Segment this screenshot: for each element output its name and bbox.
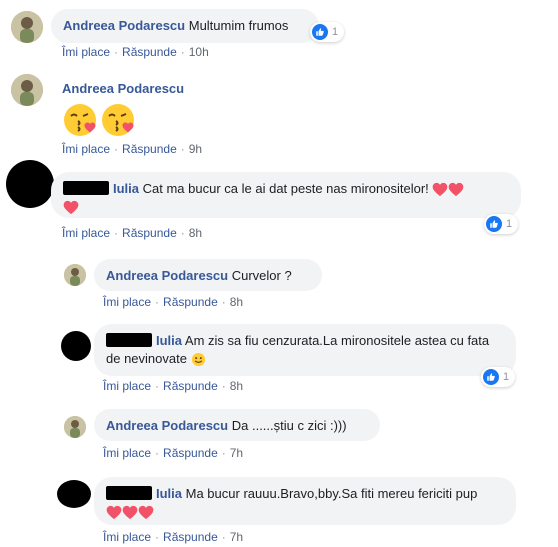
heart-emoji — [448, 182, 464, 197]
comment-actions: Îmi place · Răspunde · 9h — [62, 142, 203, 156]
comment-author[interactable]: Andreea Podarescu — [62, 81, 184, 96]
like-link[interactable]: Îmi place — [103, 446, 151, 460]
redacted-name-block — [63, 181, 109, 195]
like-reaction-icon — [312, 24, 328, 40]
comment-actions: Îmi place · Răspunde · 8h — [103, 379, 244, 393]
reply-link[interactable]: Răspunde — [122, 226, 177, 240]
comment-bubble: Andreea Podarescu Multumim frumos — [51, 9, 319, 43]
heart-emoji — [122, 505, 138, 520]
timestamp[interactable]: 9h — [189, 142, 202, 156]
avatar[interactable] — [64, 264, 86, 286]
comment-actions: Îmi place · Răspunde · 8h — [103, 295, 244, 309]
redacted-name-block — [106, 333, 152, 347]
redacted-name-block — [106, 486, 152, 500]
comment-actions: Îmi place · Răspunde · 7h — [103, 530, 244, 544]
reaction-count[interactable]: 1 — [310, 22, 345, 42]
comment-actions: Îmi place · Răspunde · 8h — [62, 226, 203, 240]
timestamp[interactable]: 7h — [230, 530, 243, 544]
like-link[interactable]: Îmi place — [103, 379, 151, 393]
like-link[interactable]: Îmi place — [62, 226, 110, 240]
comment-text: Cat ma bucur ca le ai dat peste nas miro… — [142, 181, 429, 196]
comment-text: Da ......știu c zici :))) — [231, 418, 347, 433]
timestamp[interactable]: 8h — [189, 226, 202, 240]
avatar[interactable] — [11, 74, 43, 106]
timestamp[interactable]: 10h — [189, 45, 209, 59]
avatar[interactable] — [57, 480, 91, 508]
reply-link[interactable]: Răspunde — [163, 446, 218, 460]
avatar[interactable] — [61, 331, 91, 361]
timestamp[interactable]: 8h — [230, 295, 243, 309]
timestamp[interactable]: 8h — [230, 379, 243, 393]
reply-bubble: Andreea Podarescu Curvelor ? — [94, 259, 322, 291]
reply-link[interactable]: Răspunde — [163, 530, 218, 544]
reply-bubble: Andreea Podarescu Da ......știu c zici :… — [94, 409, 380, 441]
avatar[interactable] — [11, 11, 43, 43]
like-link[interactable]: Îmi place — [62, 142, 110, 156]
comment-text: Multumim frumos — [188, 18, 289, 33]
comment-bubble: Iulia Cat ma bucur ca le ai dat peste na… — [51, 172, 521, 218]
comment-actions: Îmi place · Răspunde · 10h — [62, 45, 209, 59]
like-reaction-icon — [486, 216, 502, 232]
comment-author[interactable]: Iulia — [156, 486, 182, 501]
comment-author[interactable]: Iulia — [156, 333, 182, 348]
kissing-heart-emoji — [100, 102, 136, 141]
like-reaction-icon — [483, 369, 499, 385]
comment-text: Ma bucur rauuu.Bravo,bby.Sa fiti mereu f… — [185, 486, 478, 501]
avatar[interactable] — [6, 160, 54, 208]
smiley-emoji — [191, 353, 205, 367]
reply-bubble: Iulia Ma bucur rauuu.Bravo,bby.Sa fiti m… — [94, 477, 516, 525]
like-link[interactable]: Îmi place — [103, 530, 151, 544]
heart-emoji — [138, 505, 154, 520]
like-link[interactable]: Îmi place — [62, 45, 110, 59]
reaction-count[interactable]: 1 — [484, 214, 519, 234]
avatar[interactable] — [64, 416, 86, 438]
like-link[interactable]: Îmi place — [103, 295, 151, 309]
reply-bubble: Iulia Am zis sa fiu cenzurata.La mironos… — [94, 324, 516, 376]
comment-author[interactable]: Iulia — [113, 181, 139, 196]
reply-link[interactable]: Răspunde — [122, 142, 177, 156]
heart-emoji — [106, 505, 122, 520]
timestamp[interactable]: 7h — [230, 446, 243, 460]
comment-author[interactable]: Andreea Podarescu — [106, 418, 228, 433]
reply-link[interactable]: Răspunde — [163, 295, 218, 309]
reaction-count[interactable]: 1 — [481, 367, 516, 387]
heart-emoji — [432, 182, 448, 197]
comment-actions: Îmi place · Răspunde · 7h — [103, 446, 244, 460]
reply-link[interactable]: Răspunde — [163, 379, 218, 393]
kissing-heart-emoji — [62, 102, 98, 141]
comment-text: Curvelor ? — [231, 268, 292, 283]
reply-link[interactable]: Răspunde — [122, 45, 177, 59]
comment-author[interactable]: Andreea Podarescu — [106, 268, 228, 283]
heart-emoji — [63, 200, 79, 215]
comment-author[interactable]: Andreea Podarescu — [63, 18, 185, 33]
comment-emoji-only: Andreea Podarescu — [62, 81, 184, 96]
